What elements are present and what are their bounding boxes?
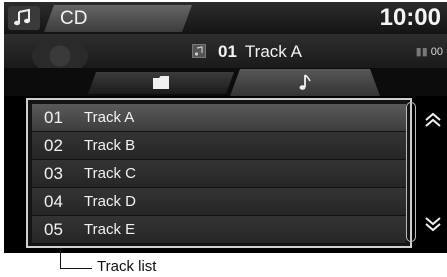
music-note-icon (298, 73, 312, 91)
elapsed-icon: ▮▮ (415, 46, 428, 58)
elapsed-time: ▮▮ 00 (416, 45, 443, 58)
track-row[interactable]: 05 Track E (32, 216, 406, 244)
source-label: CD (60, 8, 88, 29)
scroll-down-icon[interactable] (422, 214, 444, 234)
now-playing-bar: 01 Track A ▮▮ 00 (4, 34, 447, 74)
scroll-up-icon[interactable] (422, 110, 444, 130)
track-row[interactable]: 01 Track A (32, 104, 406, 132)
track-name: Track C (84, 165, 136, 182)
header-bar: CD 10:00 (4, 2, 447, 34)
track-name: Track B (84, 137, 136, 154)
track-icon (192, 44, 206, 58)
audio-screen: CD 10:00 01 Track A ▮▮ 00 01 Track A 02 … (4, 2, 447, 253)
track-name: Track A (84, 109, 135, 126)
track-name: Track D (84, 193, 136, 210)
track-name: Track E (84, 221, 136, 238)
callout-line (60, 268, 92, 269)
now-playing-track: 01 Track A (218, 42, 302, 62)
track-number: 01 (44, 108, 63, 127)
track-row[interactable]: 04 Track D (32, 188, 406, 216)
folder-icon (153, 76, 169, 89)
track-number: 02 (44, 136, 63, 155)
track-list: 01 Track A 02 Track B 03 Track C 04 Trac… (26, 98, 412, 248)
browse-tabs (4, 68, 447, 96)
clock: 10:00 (379, 4, 441, 31)
callout-line (60, 248, 61, 268)
track-row[interactable]: 02 Track B (32, 132, 406, 160)
now-playing-name: Track A (244, 42, 302, 61)
music-source-icon[interactable] (8, 6, 40, 30)
track-row[interactable]: 03 Track C (32, 160, 406, 188)
track-number: 05 (44, 220, 63, 239)
now-playing-number: 01 (218, 42, 237, 61)
track-number: 04 (44, 192, 63, 211)
scrollbar[interactable] (406, 102, 416, 242)
elapsed-value: 00 (430, 46, 443, 58)
tab-folder[interactable] (88, 72, 234, 94)
tab-music[interactable] (230, 69, 380, 96)
callout-label: Track list (97, 258, 157, 275)
track-number: 03 (44, 164, 63, 183)
